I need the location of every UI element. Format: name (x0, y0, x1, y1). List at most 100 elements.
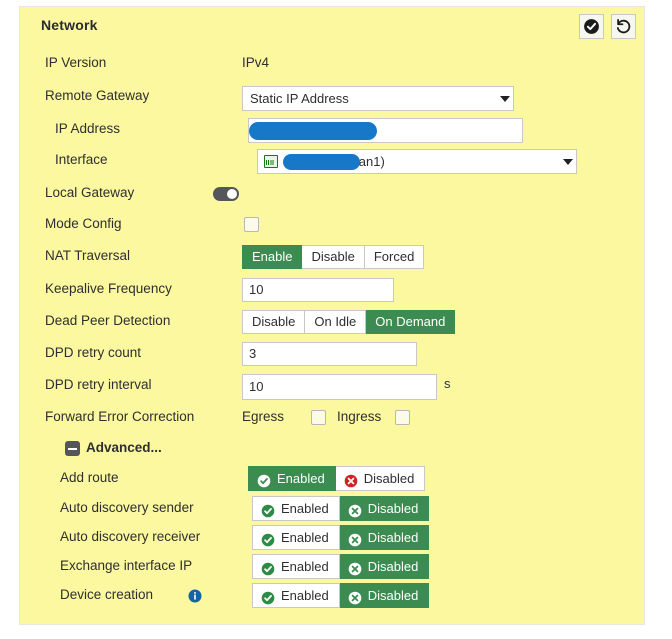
toggle-knob (227, 189, 237, 199)
keepalive-frequency-input[interactable]: 10 (242, 278, 394, 302)
row-add-route: Add route Enabled Disabled (20, 463, 644, 493)
value-ip-version: IPv4 (242, 55, 269, 70)
auto-discovery-sender-enabled-button[interactable]: Enabled (252, 496, 340, 521)
fec-ingress-checkbox[interactable] (395, 410, 410, 425)
label-ip-address: IP Address (55, 121, 120, 136)
row-forward-error-correction: Forward Error Correction Egress Ingress (20, 401, 644, 433)
dpd-option-on-demand[interactable]: On Demand (366, 310, 455, 334)
row-auto-discovery-receiver: Auto discovery receiver Enabled Disabled (20, 522, 644, 551)
advanced-section: Add route Enabled Disabled Auto discov (20, 463, 644, 609)
auto-discovery-receiver-enabled-button[interactable]: Enabled (252, 525, 340, 550)
exchange-interface-ip-enabled-label: Enabled (281, 555, 329, 578)
auto-discovery-receiver-disabled-label: Disabled (368, 526, 419, 549)
add-route-endis-group: Enabled Disabled (248, 466, 425, 491)
auto-discovery-sender-disabled-label: Disabled (368, 497, 419, 520)
check-circle-icon (261, 502, 275, 516)
label-dpd-retry-interval: DPD retry interval (45, 377, 152, 392)
chevron-down-icon[interactable] (563, 159, 573, 165)
label-mode-config: Mode Config (45, 216, 122, 231)
dpd-option-disable[interactable]: Disable (242, 310, 305, 334)
device-creation-enabled-label: Enabled (281, 584, 329, 607)
label-ip-version: IP Version (45, 55, 106, 70)
label-forward-error-correction: Forward Error Correction (45, 409, 194, 424)
label-keepalive-frequency: Keepalive Frequency (45, 281, 172, 296)
row-remote-gateway: Remote Gateway Static IP Address (20, 81, 644, 114)
device-creation-disabled-button[interactable]: Disabled (340, 583, 430, 608)
x-circle-icon (348, 502, 362, 516)
check-circle-icon (261, 531, 275, 545)
panel-header: Network (20, 7, 644, 45)
apply-button[interactable] (579, 14, 604, 39)
mode-config-checkbox[interactable] (244, 217, 259, 232)
nat-traversal-option-enable[interactable]: Enable (242, 245, 302, 269)
remote-gateway-select[interactable]: Static IP Address (242, 86, 514, 111)
label-auto-discovery-receiver: Auto discovery receiver (60, 529, 200, 544)
dpd-retry-count-input[interactable]: 3 (242, 342, 417, 366)
auto-discovery-sender-disabled-button[interactable]: Disabled (340, 496, 430, 521)
add-route-enabled-button[interactable]: Enabled (248, 466, 336, 491)
revert-button[interactable] (611, 14, 636, 39)
add-route-disabled-button[interactable]: Disabled (336, 466, 426, 491)
check-circle-icon (261, 560, 275, 574)
page-title: Network (41, 17, 98, 33)
auto-discovery-sender-enabled-label: Enabled (281, 497, 329, 520)
device-creation-enabled-button[interactable]: Enabled (252, 583, 340, 608)
fec-egress-checkbox[interactable] (311, 410, 326, 425)
nat-traversal-option-forced[interactable]: Forced (365, 245, 424, 269)
label-local-gateway: Local Gateway (45, 185, 134, 200)
chevron-down-icon[interactable] (500, 96, 510, 102)
exchange-interface-ip-enabled-button[interactable]: Enabled (252, 554, 340, 579)
exchange-interface-ip-endis-group: Enabled Disabled (252, 554, 429, 579)
label-nat-traversal: NAT Traversal (45, 248, 130, 263)
row-dpd-retry-count: DPD retry count 3 (20, 337, 644, 369)
row-keepalive-frequency: Keepalive Frequency 10 (20, 273, 644, 305)
ethernet-port-icon (264, 155, 278, 168)
device-creation-disabled-label: Disabled (368, 584, 419, 607)
nat-traversal-option-disable[interactable]: Disable (302, 245, 364, 269)
check-circle-icon (257, 472, 271, 486)
info-circle-icon[interactable] (188, 589, 202, 603)
network-settings-panel: Network IP Version IPv4 Remote Gateway S… (19, 6, 645, 625)
device-creation-endis-group: Enabled Disabled (252, 583, 429, 608)
row-interface: Interface 500Mbps (wan1) (20, 145, 644, 177)
x-circle-icon (344, 472, 358, 486)
auto-discovery-receiver-enabled-label: Enabled (281, 526, 329, 549)
minus-square-icon[interactable] (65, 441, 80, 456)
exchange-interface-ip-disabled-label: Disabled (368, 555, 419, 578)
row-exchange-interface-ip: Exchange interface IP Enabled Disabled (20, 551, 644, 580)
label-fec-egress: Egress (242, 409, 284, 424)
dpd-retry-interval-input[interactable]: 10 (242, 374, 437, 400)
label-fec-ingress: Ingress (337, 409, 381, 424)
auto-discovery-receiver-disabled-button[interactable]: Disabled (340, 525, 430, 550)
auto-discovery-sender-endis-group: Enabled Disabled (252, 496, 429, 521)
row-local-gateway: Local Gateway (20, 177, 644, 209)
row-device-creation: Device creation Enabled Disabled (20, 580, 644, 609)
undo-arrow-icon (615, 18, 632, 35)
nat-traversal-segmented: Enable Disable Forced (242, 245, 424, 269)
redacted-ip-address (249, 122, 377, 140)
label-remote-gateway: Remote Gateway (45, 88, 149, 103)
check-circle-icon (583, 18, 600, 35)
row-nat-traversal: NAT Traversal Enable Disable Forced (20, 241, 644, 273)
label-interface: Interface (55, 152, 108, 167)
row-mode-config: Mode Config (20, 209, 644, 241)
local-gateway-toggle[interactable] (213, 187, 239, 201)
add-route-disabled-label: Disabled (364, 467, 415, 490)
advanced-toggle-label[interactable]: Advanced... (86, 440, 162, 455)
auto-discovery-receiver-endis-group: Enabled Disabled (252, 525, 429, 550)
dpd-retry-interval-unit: s (444, 376, 451, 391)
label-auto-discovery-sender: Auto discovery sender (60, 500, 194, 515)
label-device-creation: Device creation (60, 587, 153, 602)
redacted-interface-name (283, 154, 360, 170)
x-circle-icon (348, 560, 362, 574)
row-dpd-retry-interval: DPD retry interval 10 s (20, 369, 644, 401)
add-route-enabled-label: Enabled (277, 467, 325, 490)
row-ip-address: IP Address (20, 114, 644, 145)
row-auto-discovery-sender: Auto discovery sender Enabled Disabled (20, 493, 644, 522)
x-circle-icon (348, 589, 362, 603)
label-exchange-interface-ip: Exchange interface IP (60, 558, 192, 573)
exchange-interface-ip-disabled-button[interactable]: Disabled (340, 554, 430, 579)
row-dead-peer-detection: Dead Peer Detection Disable On Idle On D… (20, 305, 644, 337)
dpd-option-on-idle[interactable]: On Idle (305, 310, 366, 334)
label-add-route: Add route (60, 470, 119, 485)
